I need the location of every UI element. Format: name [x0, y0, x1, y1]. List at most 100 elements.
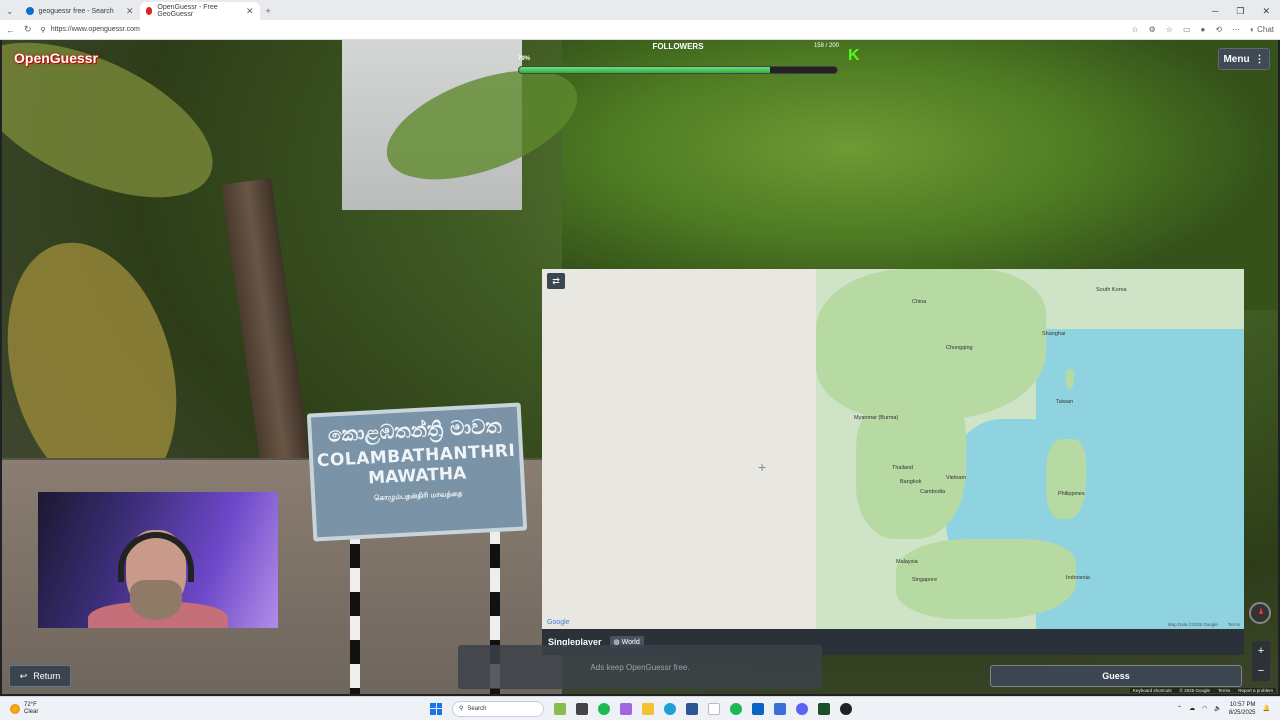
zoom-controls: + − [1252, 641, 1270, 681]
map-label: Myanmar (Burma) [854, 415, 899, 421]
map-tiles: China South Korea Chongqing Shanghai Tai… [816, 269, 1244, 629]
weather-temp: 72°F [24, 701, 37, 708]
map-label: Cambodia [920, 489, 946, 495]
return-button[interactable]: ↩ Return [9, 665, 71, 687]
map-size-toggle-icon[interactable]: ⇄ [547, 273, 565, 289]
new-tab-button[interactable]: + [260, 2, 277, 20]
street-view-panorama[interactable]: කොළඹතන්ත්‍රි මාවත COLAMBATHANTHRI MAWATH… [2, 40, 1278, 694]
bing-icon [25, 7, 34, 15]
tab-search[interactable]: geoguessr free - Search ✕ [20, 2, 140, 20]
keyboard-shortcuts-link[interactable]: Keyboard shortcuts [1133, 688, 1172, 693]
map-label: Thailand [892, 465, 914, 471]
clock[interactable]: 10:57 PM 8/25/2025 [1229, 701, 1256, 717]
map-label: Malaysia [896, 559, 918, 565]
collections-icon[interactable]: ☆ [1166, 25, 1173, 34]
return-label: Return [33, 671, 61, 681]
ad-text: Ads keep OpenGuessr free. [590, 662, 690, 672]
profile-avatar-icon[interactable]: ● [1201, 25, 1206, 34]
openguessr-logo[interactable]: OpenGuessr [14, 50, 98, 66]
tab-list-chevron-icon[interactable]: ⌄ [0, 2, 20, 20]
wifi-icon[interactable]: ◠ [1202, 705, 1207, 712]
app-icon[interactable] [774, 702, 786, 715]
map-land-taiwan [1066, 369, 1074, 389]
volume-icon[interactable]: 🔈 [1214, 705, 1221, 712]
copilot-chat-icon[interactable]: ◐ Chat [1250, 25, 1274, 34]
close-tab-icon[interactable]: ✕ [126, 6, 134, 17]
report-problem-link[interactable]: Report a problem [1238, 688, 1273, 693]
palm-trunk [221, 177, 313, 483]
search-icon: ⚲ [459, 706, 464, 712]
google-logo: Google [547, 619, 570, 626]
palm-frond [2, 40, 236, 230]
zoom-in-button[interactable]: + [1252, 641, 1270, 661]
obs-icon[interactable] [840, 702, 852, 715]
kick-logo-icon: K [848, 47, 860, 64]
taskbar-search-box[interactable]: ⚲ Search [452, 700, 544, 717]
windows-start-icon[interactable] [430, 702, 442, 715]
tray-chevron-icon[interactable]: ⌃ [1177, 705, 1182, 712]
widgets-icon[interactable] [554, 702, 566, 715]
xbox-icon[interactable] [818, 702, 830, 715]
zoom-out-button[interactable]: − [1252, 661, 1270, 681]
favorite-star-icon[interactable]: ☆ [1131, 25, 1138, 34]
followers-progress-bar [518, 66, 838, 74]
system-tray: ⌃ ☁ ◠ 🔈 10:57 PM 8/25/2025 🔔 [1177, 701, 1280, 717]
cloud-icon[interactable]: ☁ [1189, 705, 1195, 712]
history-icon[interactable]: ⟲ [1215, 25, 1222, 34]
search-placeholder: Search [467, 705, 487, 712]
notifications-icon[interactable]: 🔔 [1263, 705, 1270, 712]
openguessr-pin-icon [145, 7, 153, 15]
minimize-icon[interactable]: ─ [1212, 6, 1218, 16]
window-controls: ─ ❐ ✕ [1212, 2, 1280, 20]
back-icon[interactable]: ← [6, 25, 15, 35]
url-field[interactable]: ⚲ https://www.openguessr.com [41, 22, 1123, 38]
webcam-beard [130, 580, 182, 620]
map-terms-link[interactable]: Terms [1228, 622, 1240, 627]
close-tab-icon[interactable]: ✕ [246, 6, 254, 17]
map-label: Shanghai [1042, 331, 1066, 337]
task-view-icon[interactable] [576, 702, 588, 715]
extension-icon[interactable]: ⚙ [1149, 25, 1156, 34]
followers-goal-widget: FOLLOWERS 79% 158 / 200 [515, 40, 841, 80]
followers-percent: 79% [518, 56, 531, 62]
app-icon[interactable] [598, 702, 610, 715]
notepad-icon[interactable] [708, 702, 720, 715]
windows-taskbar: 72°F Clear ⚲ Search ⌃ ☁ ◠ 🔈 10:57 PM 8/2… [0, 696, 1280, 720]
tab-title: geoguessr free - Search [38, 7, 114, 15]
followers-progress-fill [519, 67, 771, 73]
guess-button[interactable]: Guess [990, 665, 1242, 687]
followers-count: 158 / 200 [813, 43, 839, 49]
spotify-icon[interactable] [730, 702, 742, 715]
menu-label: Menu [1223, 53, 1250, 65]
map-label: Bangkok [900, 479, 922, 485]
close-window-icon[interactable]: ✕ [1262, 6, 1270, 17]
return-arrow-icon: ↩ [19, 670, 28, 681]
tab-openguessr[interactable]: OpenGuessr - Free GeoGuessr ✕ [139, 2, 260, 20]
streamer-webcam [38, 492, 278, 628]
terms-link[interactable]: Terms [1218, 688, 1230, 693]
headset-icon [118, 532, 194, 582]
weather-desc: Clear [24, 708, 39, 715]
browser-tab-bar: ⌄ geoguessr free - Search ✕ OpenGuessr -… [0, 0, 1280, 20]
site-info-icon[interactable]: ⚲ [41, 26, 46, 34]
copilot-icon[interactable] [620, 702, 632, 715]
address-bar-row: ← ↻ ⚲ https://www.openguessr.com ☆ ⚙ ☆ ▭… [0, 20, 1280, 40]
followers-title: FOLLOWERS [652, 42, 704, 51]
more-icon[interactable]: ⋯ [1232, 25, 1240, 34]
file-explorer-icon[interactable] [642, 702, 654, 715]
map-label: Philippines [1058, 491, 1085, 497]
streetview-footer: Keyboard shortcuts © 2025 Google Terms R… [1129, 688, 1276, 693]
discord-icon[interactable] [796, 702, 808, 715]
map-label: South Korea [1096, 287, 1127, 293]
refresh-icon[interactable]: ↻ [24, 24, 32, 35]
outlook-icon[interactable] [752, 702, 764, 715]
maximize-icon[interactable]: ❐ [1236, 6, 1244, 17]
store-icon[interactable] [686, 702, 698, 715]
weather-widget[interactable]: 72°F Clear [0, 702, 430, 716]
compass-icon[interactable] [1249, 602, 1271, 624]
guess-map[interactable]: China South Korea Chongqing Shanghai Tai… [542, 269, 1244, 629]
split-screen-icon[interactable]: ▭ [1183, 25, 1191, 34]
map-data-text: Map Data ©2025 Google [1167, 622, 1218, 627]
edge-browser-icon[interactable] [664, 702, 676, 715]
menu-button[interactable]: Menu ⋮ [1218, 48, 1270, 70]
